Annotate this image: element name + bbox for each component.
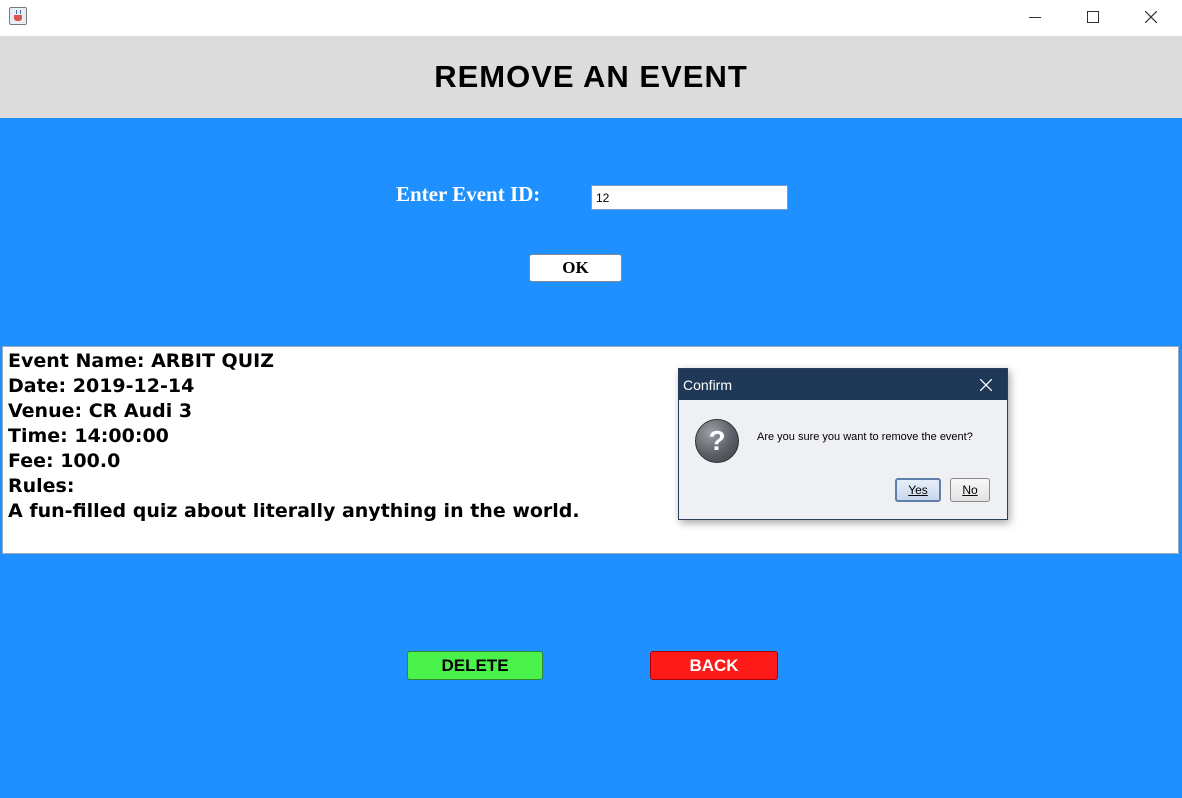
question-icon: ?	[695, 419, 739, 463]
no-button[interactable]: No	[950, 478, 990, 502]
back-button[interactable]: BACK	[650, 651, 778, 680]
dialog-title: Confirm	[683, 376, 733, 393]
ok-button[interactable]: OK	[529, 254, 622, 282]
delete-button[interactable]: DELETE	[407, 651, 543, 680]
dialog-message: Are you sure you want to remove the even…	[757, 431, 973, 443]
maximize-icon[interactable]	[1064, 0, 1122, 34]
java-cup-icon	[9, 7, 27, 25]
event-id-label: Enter Event ID:	[396, 182, 541, 206]
dialog-titlebar[interactable]: Confirm	[679, 369, 1007, 400]
close-icon[interactable]	[1122, 0, 1180, 34]
page-title: REMOVE AN EVENT	[434, 59, 748, 94]
event-id-input[interactable]	[591, 185, 788, 210]
dialog-close-icon[interactable]	[965, 369, 1007, 400]
window-titlebar	[0, 0, 1182, 36]
confirm-dialog: Confirm ? Are you sure you want to remov…	[678, 368, 1008, 520]
page-header: REMOVE AN EVENT	[0, 36, 1182, 118]
yes-button[interactable]: Yes	[895, 478, 941, 502]
minimize-icon[interactable]	[1006, 0, 1064, 34]
